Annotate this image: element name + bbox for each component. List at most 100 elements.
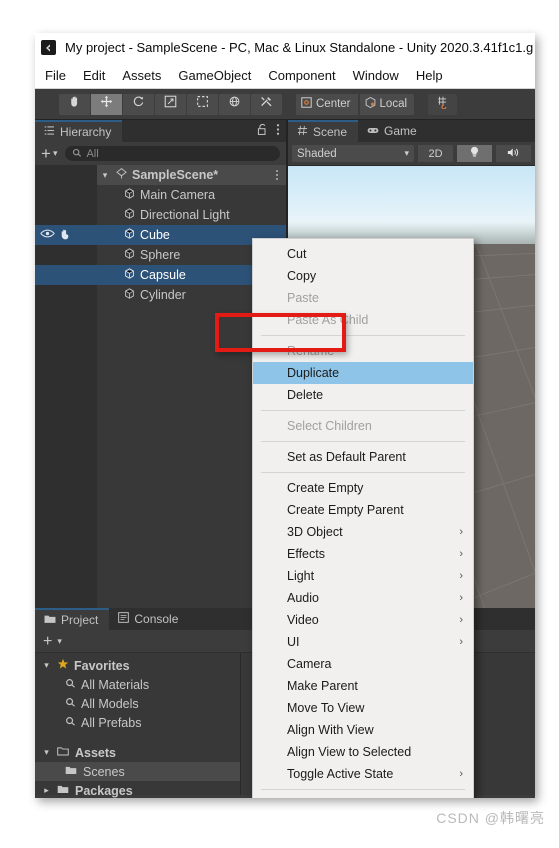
hierarchy-item-directional-light[interactable]: Directional Light	[35, 205, 286, 225]
kebab-menu-icon[interactable]	[275, 169, 279, 184]
menu-edit[interactable]: Edit	[83, 68, 105, 83]
chevron-down-icon[interactable]: ▾	[41, 747, 52, 758]
toggle-2d-button[interactable]: 2D	[418, 145, 453, 162]
chevron-down-icon[interactable]: ▾	[99, 170, 111, 181]
hierarchy-item-body: Main Camera	[97, 187, 286, 203]
project-tree-spacer	[35, 732, 240, 743]
grid-snap-button[interactable]	[428, 93, 458, 115]
menu-bar: File Edit Assets GameObject Component Wi…	[35, 62, 535, 89]
tab-scene-label: Scene	[313, 125, 348, 139]
hand-icon	[68, 95, 81, 113]
toggle-2d-label: 2D	[428, 147, 443, 160]
context-item-cut[interactable]: Cut	[253, 243, 473, 265]
context-item-create-empty-parent[interactable]: Create Empty Parent	[253, 499, 473, 521]
menu-assets[interactable]: Assets	[122, 68, 161, 83]
hand-tool-button[interactable]	[59, 93, 91, 115]
context-item-align-with-view[interactable]: Align With View	[253, 719, 473, 741]
project-item-all-models[interactable]: All Models	[35, 694, 240, 713]
project-item-all-materials[interactable]: All Materials	[35, 675, 240, 694]
menu-file[interactable]: File	[45, 68, 66, 83]
custom-tool-button[interactable]	[251, 93, 282, 115]
menu-help[interactable]: Help	[416, 68, 443, 83]
context-item-create-empty[interactable]: Create Empty	[253, 477, 473, 499]
move-tool-button[interactable]	[91, 93, 123, 115]
hierarchy-gutter-fill	[35, 305, 97, 608]
folder-icon	[44, 613, 56, 627]
context-item-effects[interactable]: Effects ›	[253, 543, 473, 565]
context-item-label: Audio	[287, 591, 319, 605]
context-item-move-to-view[interactable]: Move To View	[253, 697, 473, 719]
rotate-tool-button[interactable]	[123, 93, 155, 115]
context-item-toggle-active-state[interactable]: Toggle Active State ›	[253, 763, 473, 785]
context-item-make-parent[interactable]: Make Parent	[253, 675, 473, 697]
hierarchy-item-main-camera[interactable]: Main Camera	[35, 185, 286, 205]
search-input[interactable]: All	[65, 146, 280, 161]
project-item-scenes[interactable]: Scenes	[35, 762, 240, 781]
menu-component[interactable]: Component	[268, 68, 335, 83]
submenu-arrow-icon: ›	[459, 548, 463, 560]
context-separator	[261, 472, 465, 473]
project-item-label: All Materials	[81, 677, 150, 692]
toggle-audio-button[interactable]	[496, 145, 531, 162]
hierarchy-item-capsule[interactable]: Capsule	[35, 265, 286, 285]
tab-project[interactable]: Project	[35, 608, 110, 630]
menu-gameobject[interactable]: GameObject	[178, 68, 251, 83]
context-item-3d-object[interactable]: 3D Object ›	[253, 521, 473, 543]
menu-window[interactable]: Window	[353, 68, 399, 83]
scale-tool-button[interactable]	[155, 93, 187, 115]
hierarchy-item-label: Sphere	[140, 248, 181, 262]
tab-game[interactable]: Game	[358, 120, 428, 142]
kebab-menu-icon[interactable]	[276, 123, 280, 141]
transform-tool-button[interactable]	[219, 93, 251, 115]
chevron-down-icon: ▾	[52, 148, 58, 158]
context-item-set-default-parent[interactable]: Set as Default Parent	[253, 446, 473, 468]
context-item-light[interactable]: Light ›	[253, 565, 473, 587]
project-item-assets[interactable]: ▾ Assets	[35, 743, 240, 762]
hierarchy-item-cylinder[interactable]: Cylinder	[35, 285, 286, 305]
context-item-label: Delete	[287, 388, 324, 402]
tab-console-label: Console	[134, 612, 179, 626]
context-item-ui[interactable]: UI ›	[253, 631, 473, 653]
chevron-down-icon[interactable]: ▾	[41, 660, 52, 671]
tab-console[interactable]: Console	[109, 608, 190, 630]
context-item-audio[interactable]: Audio ›	[253, 587, 473, 609]
hierarchy-item-cube[interactable]: Cube	[35, 225, 286, 245]
toggle-lighting-button[interactable]	[457, 145, 492, 162]
search-icon	[65, 697, 76, 711]
context-item-duplicate[interactable]: Duplicate	[253, 362, 473, 384]
project-item-all-prefabs[interactable]: All Prefabs	[35, 713, 240, 732]
context-item-align-view-selected[interactable]: Align View to Selected	[253, 741, 473, 763]
tab-scene[interactable]: Scene	[288, 120, 359, 142]
transform-tools-group	[59, 93, 282, 115]
tab-hierarchy[interactable]: Hierarchy	[35, 120, 123, 142]
handle-space-label: Local	[379, 98, 408, 110]
context-item-label: UI	[287, 635, 300, 649]
eye-icon[interactable]	[40, 228, 55, 242]
context-item-properties[interactable]: Properties...	[253, 794, 473, 798]
unity-editor-window: My project - SampleScene - PC, Mac & Lin…	[35, 33, 535, 798]
context-item-copy[interactable]: Copy	[253, 265, 473, 287]
hierarchy-item-sphere[interactable]: Sphere	[35, 245, 286, 265]
draw-mode-dropdown[interactable]: Shaded ▾	[292, 145, 414, 162]
hierarchy-add-button[interactable]: + ▾	[41, 145, 58, 162]
rect-tool-button[interactable]	[187, 93, 219, 115]
pointer-hand-icon[interactable]	[59, 228, 73, 243]
pivot-center-icon	[300, 96, 313, 112]
project-item-favorites[interactable]: ▾ Favorites	[35, 656, 240, 675]
wrench-hammer-icon	[260, 95, 273, 113]
context-item-video[interactable]: Video ›	[253, 609, 473, 631]
pivot-mode-button[interactable]: Center	[296, 93, 358, 115]
hierarchy-item-label: Main Camera	[140, 188, 216, 202]
context-item-delete[interactable]: Delete	[253, 384, 473, 406]
context-item-label: Align View to Selected	[287, 745, 412, 759]
submenu-arrow-icon: ›	[459, 614, 463, 626]
lock-open-icon[interactable]	[257, 123, 268, 141]
context-item-camera[interactable]: Camera	[253, 653, 473, 675]
project-add-button[interactable]: + ▾	[43, 633, 62, 649]
project-item-packages[interactable]: ▸ Packages	[35, 781, 240, 798]
chevron-right-icon[interactable]: ▸	[41, 785, 52, 796]
context-item-label: Duplicate	[287, 366, 340, 380]
hierarchy-scene-row[interactable]: ▾ SampleScene*	[35, 165, 286, 185]
hierarchy-gutter	[35, 165, 97, 185]
handle-space-button[interactable]: Local	[359, 93, 415, 115]
